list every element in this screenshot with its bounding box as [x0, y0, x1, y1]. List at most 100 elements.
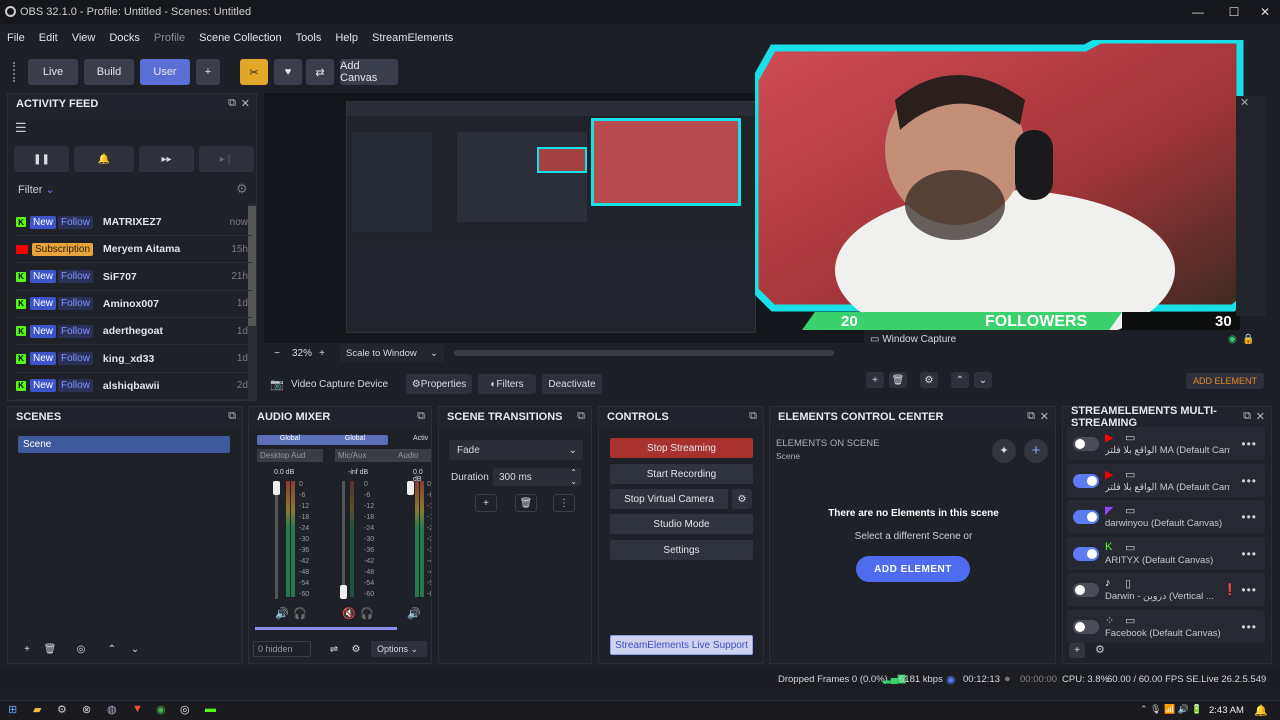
more-options-icon[interactable]: •••	[1241, 620, 1257, 634]
float-icon[interactable]: ⧉	[577, 410, 585, 423]
volume-slider-handle[interactable]	[273, 481, 280, 495]
zoom-in-button[interactable]: +	[314, 345, 330, 361]
windows-start-icon[interactable]: ⊞	[8, 703, 17, 716]
move-up-icon[interactable]: ⌃	[951, 372, 969, 388]
obs-taskbar-icon[interactable]: ◎	[180, 703, 190, 716]
brave-icon[interactable]: ▼	[132, 703, 143, 715]
menu-file[interactable]: File	[7, 32, 25, 44]
more-options-icon[interactable]: •••	[1241, 547, 1257, 561]
headphones-icon[interactable]: 🎧	[360, 607, 374, 620]
pause-button[interactable]: ❚❚	[14, 146, 69, 172]
feed-item[interactable]: K New Follow SiF707 21h	[16, 264, 252, 291]
options-select[interactable]: Options ⌄	[371, 641, 427, 657]
volume-slider-track[interactable]	[342, 481, 345, 599]
more-options-icon[interactable]: •••	[1241, 437, 1257, 451]
eye-icon[interactable]: ◉	[1228, 334, 1237, 345]
trash-icon[interactable]: 🗑	[889, 372, 907, 388]
add-element-small-button[interactable]: ADD ELEMENT	[1186, 373, 1264, 389]
stream-toggle[interactable]	[1073, 619, 1099, 634]
menu-help[interactable]: Help	[335, 32, 358, 44]
tray-icons[interactable]: ⌃ 🎙 📶 🔊 🔋	[1140, 704, 1203, 715]
steam-icon[interactable]: ◍	[107, 703, 117, 716]
skip-button[interactable]: ▸▸	[139, 146, 194, 172]
channel-name[interactable]: Mic/Aux	[335, 449, 395, 462]
studio-mode-button[interactable]: Studio Mode	[610, 514, 753, 534]
close-panel-icon[interactable]: ✕	[1256, 410, 1265, 423]
share-icon[interactable]: ⇄	[306, 59, 334, 85]
more-options-icon[interactable]: •••	[1241, 474, 1257, 488]
menu-tools[interactable]: Tools	[296, 32, 322, 44]
move-up-icon[interactable]: ⌃	[103, 641, 121, 657]
stream-toggle[interactable]	[1073, 546, 1099, 561]
streamelements-support-button[interactable]: StreamElements Live Support	[610, 635, 753, 655]
menu-view[interactable]: View	[72, 32, 96, 44]
stream-toggle[interactable]	[1073, 583, 1099, 597]
notification-icon[interactable]: 🔔	[1254, 704, 1268, 717]
mixer-scrollbar[interactable]	[255, 627, 397, 630]
feed-item[interactable]: K New Follow MATRIXEZ7 now	[16, 209, 252, 236]
add-scene-button[interactable]: +	[18, 641, 36, 657]
deactivate-button[interactable]: Deactivate	[542, 374, 602, 394]
gear-icon[interactable]: ⚙	[1095, 643, 1105, 656]
duration-input[interactable]: 300 ms ⌃ ⌄	[493, 468, 581, 486]
bell-icon[interactable]: 🔔	[74, 146, 134, 172]
toolbar-grip-icon[interactable]	[13, 62, 17, 82]
add-mode-button[interactable]: +	[196, 59, 220, 85]
muted-speaker-icon[interactable]: 🔇	[342, 607, 356, 620]
heart-icon[interactable]: ♥	[274, 59, 302, 85]
add-destination-button[interactable]: +	[1069, 643, 1085, 658]
float-icon[interactable]: ⧉	[1243, 410, 1251, 423]
menu-profile[interactable]: Profile	[154, 32, 185, 44]
menu-docks[interactable]: Docks	[109, 32, 140, 44]
feed-item[interactable]: K New Follow aderthegoat 1d	[16, 318, 252, 346]
close-button[interactable]: ✕	[1247, 0, 1280, 24]
start-recording-button[interactable]: Start Recording	[610, 464, 753, 484]
headphones-icon[interactable]: 🎧	[293, 607, 307, 620]
filters-button[interactable]: ◐ Filters	[478, 374, 536, 394]
menu-scene-collection[interactable]: Scene Collection	[199, 32, 282, 44]
lock-icon[interactable]: 🔒	[1242, 334, 1254, 345]
move-down-icon[interactable]: ⌄	[974, 372, 992, 388]
channel-name[interactable]: Audio	[395, 449, 431, 462]
transition-select[interactable]: Fade ⌄	[449, 440, 583, 460]
source-row-window-capture[interactable]: ▭ Window Capture ◉ 🔒	[870, 334, 1254, 346]
stop-streaming-button[interactable]: Stop Streaming	[610, 438, 753, 458]
float-icon[interactable]: ⧉	[1027, 410, 1035, 423]
feed-item[interactable]: K New Follow alshiqbawii 2d	[16, 373, 252, 400]
app-icon[interactable]: ⊗	[82, 703, 91, 716]
volume-slider-handle[interactable]	[407, 481, 414, 495]
scale-select[interactable]: Scale to Window ⌄	[340, 344, 444, 362]
float-icon[interactable]: ⧉	[228, 97, 236, 110]
add-element-button[interactable]: ADD ELEMENT	[856, 556, 970, 582]
gear-icon[interactable]: ⚙	[347, 641, 365, 657]
move-down-icon[interactable]: ⌄	[126, 641, 144, 657]
add-source-button[interactable]: +	[866, 372, 884, 388]
more-options-icon[interactable]: ⋮	[553, 494, 575, 512]
folder-icon[interactable]: ▰	[33, 703, 41, 716]
tools-icon[interactable]: ✂	[240, 59, 268, 85]
add-transition-button[interactable]: +	[475, 494, 497, 512]
close-panel-icon[interactable]: ✕	[1240, 96, 1249, 109]
stream-toggle[interactable]	[1073, 437, 1099, 451]
stepper-icon[interactable]: ⌃ ⌄	[570, 468, 577, 486]
filter-dropdown[interactable]: Filter ⌄	[18, 183, 55, 196]
more-options-icon[interactable]: •••	[1241, 510, 1257, 524]
hidden-count[interactable]: 0 hidden	[253, 641, 311, 657]
stream-toggle[interactable]	[1073, 473, 1099, 488]
settings-button[interactable]: Settings	[610, 540, 753, 560]
kick-app-icon[interactable]: ▬	[205, 703, 216, 715]
feed-item[interactable]: Subscription Meryem Aitama 15h	[16, 236, 252, 264]
channel-name[interactable]: Desktop Aud	[257, 449, 323, 462]
gear-icon[interactable]: ⚙	[920, 372, 938, 388]
zoom-out-button[interactable]: −	[269, 345, 285, 361]
float-icon[interactable]: ⧉	[417, 410, 425, 423]
gear-icon[interactable]: ⚙	[732, 489, 752, 509]
stop-virtual-camera-button[interactable]: Stop Virtual Camera	[610, 489, 728, 509]
volume-slider-track[interactable]	[275, 481, 278, 599]
volume-slider-handle[interactable]	[340, 585, 347, 599]
trash-icon[interactable]: 🗑	[515, 494, 537, 512]
build-mode-button[interactable]: Build	[84, 59, 134, 85]
scene-item[interactable]: Scene	[18, 436, 230, 453]
properties-button[interactable]: ⚙ Properties	[406, 374, 472, 394]
settings-app-icon[interactable]: ⚙	[57, 703, 67, 716]
